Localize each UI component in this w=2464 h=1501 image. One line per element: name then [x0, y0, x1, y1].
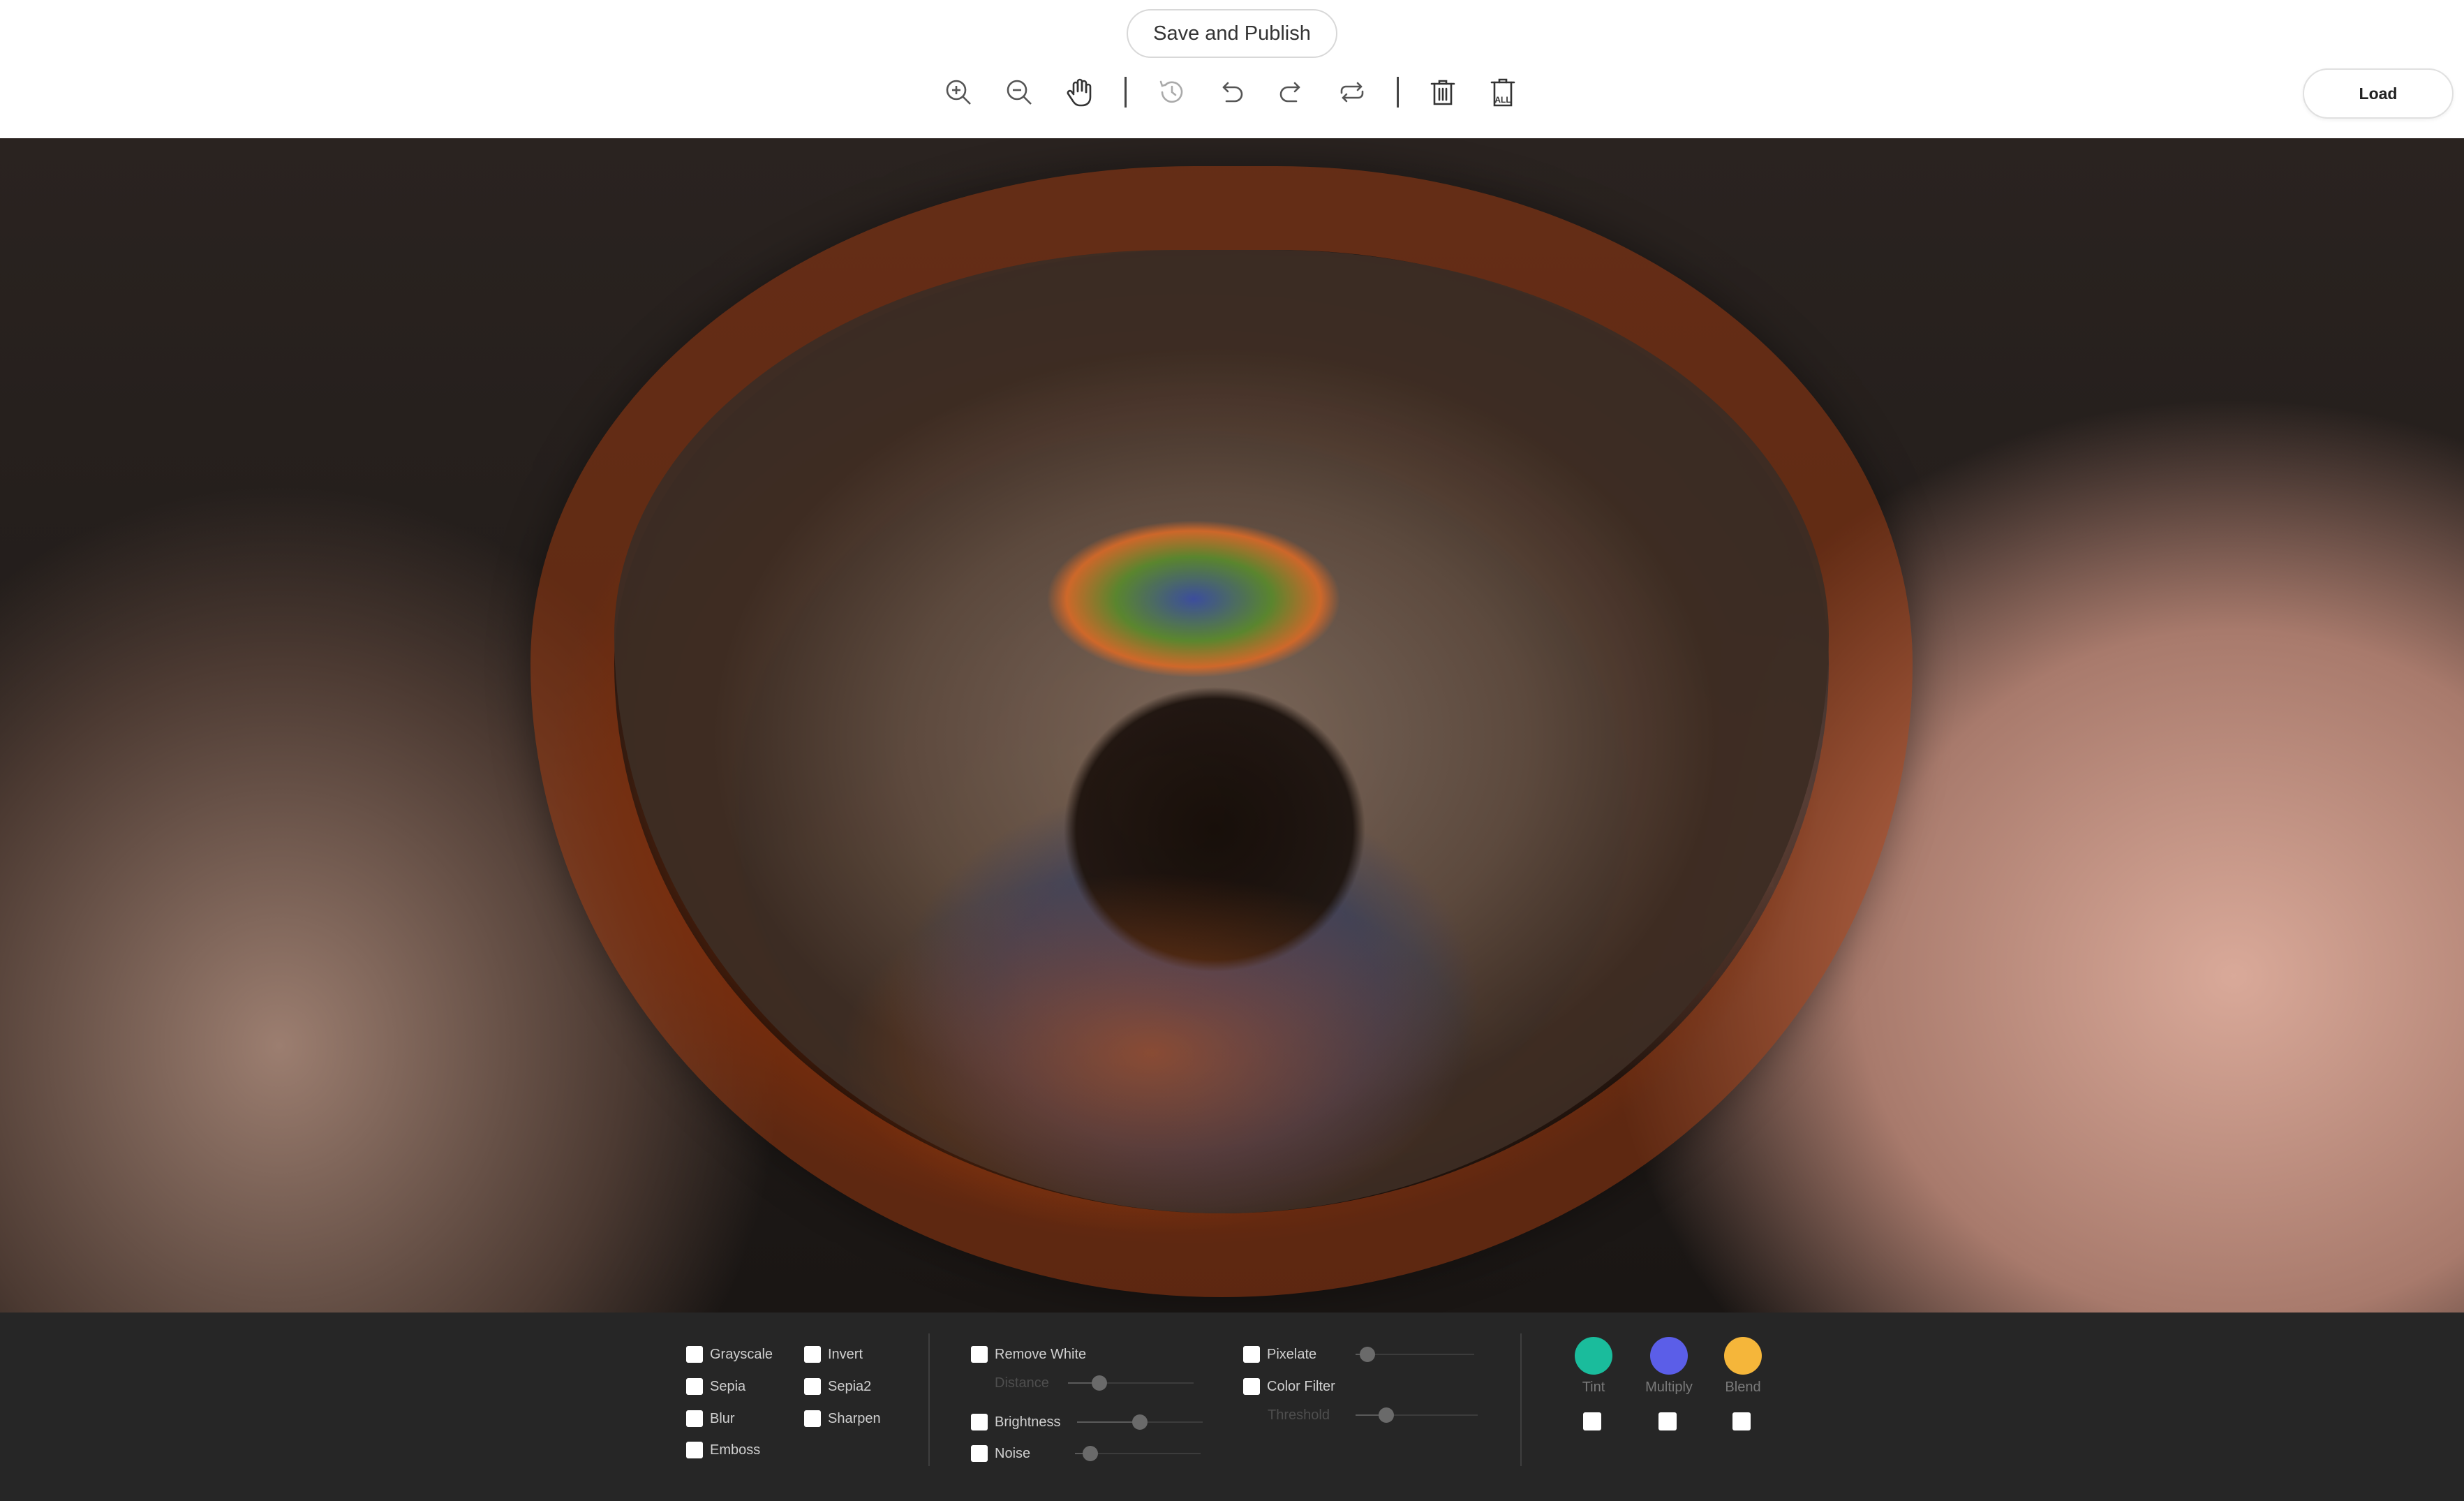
history-icon[interactable]	[1155, 75, 1189, 109]
sepia2-checkbox[interactable]	[804, 1378, 821, 1395]
sharpen-checkbox[interactable]	[804, 1410, 821, 1427]
hand-pan-icon[interactable]	[1063, 75, 1097, 109]
delete-all-icon[interactable]: ALL	[1486, 75, 1520, 109]
multiply-color-swatch[interactable]	[1650, 1337, 1688, 1375]
tint-label: Tint	[1582, 1380, 1605, 1395]
multiply-checkbox[interactable]	[1658, 1412, 1677, 1430]
brightness-slider[interactable]	[1077, 1414, 1203, 1430]
distance-slider[interactable]	[1068, 1375, 1194, 1391]
remove-white-filter[interactable]: Remove White	[971, 1344, 1086, 1365]
save-and-publish-button[interactable]: Save and Publish	[1127, 9, 1337, 58]
noise-slider[interactable]	[1075, 1445, 1201, 1462]
threshold-slider-thumb[interactable]	[1378, 1407, 1394, 1423]
redo-icon[interactable]	[1275, 75, 1308, 109]
color-filter-label: Color Filter	[1267, 1378, 1335, 1394]
noise-label: Noise	[995, 1445, 1031, 1461]
grayscale-checkbox[interactable]	[686, 1346, 703, 1363]
grayscale-label: Grayscale	[710, 1346, 773, 1362]
delete-all-label: ALL	[1494, 95, 1511, 105]
distance-slider-thumb[interactable]	[1092, 1375, 1107, 1391]
panel-divider	[1520, 1333, 1522, 1466]
sharpen-label: Sharpen	[828, 1410, 881, 1426]
toolbar-divider	[1397, 77, 1399, 108]
multiply-label: Multiply	[1645, 1380, 1693, 1395]
threshold-slider[interactable]	[1356, 1407, 1478, 1424]
invert-checkbox[interactable]	[804, 1346, 821, 1363]
toolbar-divider	[1125, 77, 1127, 108]
remove-white-label: Remove White	[995, 1346, 1087, 1362]
pixelate-filter[interactable]: Pixelate	[1243, 1344, 1316, 1365]
sepia2-label: Sepia2	[828, 1378, 872, 1394]
sepia-filter[interactable]: Sepia	[686, 1376, 745, 1397]
tint-color-swatch[interactable]	[1575, 1337, 1612, 1375]
pixelate-slider-thumb[interactable]	[1360, 1347, 1375, 1362]
color-filter-checkbox[interactable]	[1243, 1378, 1260, 1395]
zoom-in-icon[interactable]	[942, 75, 975, 109]
noise-slider-thumb[interactable]	[1082, 1446, 1098, 1461]
blend-checkbox[interactable]	[1732, 1412, 1751, 1430]
filter-panel: Grayscale Invert Sepia Sepia2 Blur Sharp…	[0, 1313, 2464, 1501]
blur-checkbox[interactable]	[686, 1410, 703, 1427]
pixelate-slider[interactable]	[1356, 1346, 1474, 1363]
noise-checkbox[interactable]	[971, 1445, 988, 1462]
sepia2-filter[interactable]: Sepia2	[804, 1376, 871, 1397]
blur-label: Blur	[710, 1410, 735, 1426]
blend-color-swatch[interactable]	[1724, 1337, 1762, 1375]
delete-icon[interactable]	[1426, 75, 1460, 109]
blur-filter[interactable]: Blur	[686, 1408, 735, 1429]
color-filter-filter[interactable]: Color Filter	[1243, 1376, 1335, 1397]
brightness-filter[interactable]: Brightness	[971, 1412, 1061, 1433]
emboss-filter[interactable]: Emboss	[686, 1440, 760, 1461]
tint-checkbox[interactable]	[1583, 1412, 1601, 1430]
sepia-label: Sepia	[710, 1378, 746, 1394]
brightness-slider-thumb[interactable]	[1132, 1414, 1148, 1430]
zoom-out-icon[interactable]	[1002, 75, 1036, 109]
load-button[interactable]: Load	[2303, 68, 2454, 119]
pixelate-checkbox[interactable]	[1243, 1346, 1260, 1363]
grayscale-filter[interactable]: Grayscale	[686, 1344, 773, 1365]
reset-icon[interactable]	[1335, 75, 1369, 109]
brightness-label: Brightness	[995, 1414, 1061, 1430]
emboss-checkbox[interactable]	[686, 1442, 703, 1458]
panel-divider	[928, 1333, 930, 1466]
invert-filter[interactable]: Invert	[804, 1344, 863, 1365]
invert-label: Invert	[828, 1346, 863, 1362]
photo-lens-glow	[838, 871, 1466, 1234]
brightness-checkbox[interactable]	[971, 1414, 988, 1430]
blend-label: Blend	[1725, 1380, 1761, 1395]
distance-label: Distance	[995, 1375, 1049, 1391]
top-toolbar: Save and Publish ALL Load	[0, 0, 2464, 138]
remove-white-checkbox[interactable]	[971, 1346, 988, 1363]
pixelate-label: Pixelate	[1267, 1346, 1317, 1362]
undo-icon[interactable]	[1215, 75, 1248, 109]
threshold-label: Threshold	[1268, 1407, 1330, 1423]
emboss-label: Emboss	[710, 1442, 761, 1458]
image-canvas[interactable]	[0, 138, 2464, 1313]
sharpen-filter[interactable]: Sharpen	[804, 1408, 881, 1429]
noise-filter[interactable]: Noise	[971, 1443, 1030, 1464]
sepia-checkbox[interactable]	[686, 1378, 703, 1395]
